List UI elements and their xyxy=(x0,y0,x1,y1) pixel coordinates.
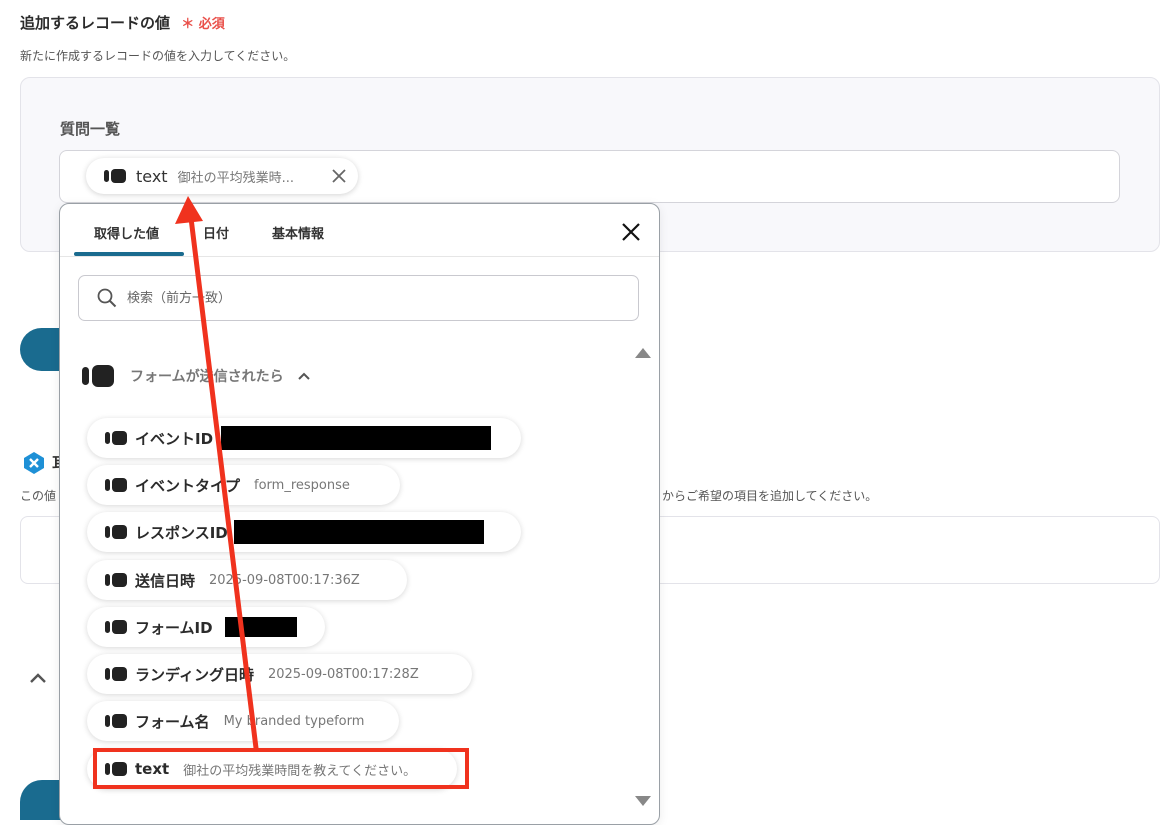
list-item[interactable]: フォームID xyxy=(87,607,325,647)
redacted-value xyxy=(224,617,297,637)
group-label: フォームが送信されたら xyxy=(130,369,284,385)
list-item[interactable]: フォーム名 My branded typeform xyxy=(87,701,399,741)
list-item[interactable]: イベントタイプ form_response xyxy=(87,465,400,505)
background-description-left: この値 xyxy=(20,489,57,503)
active-tab-indicator xyxy=(74,252,184,256)
item-key: ランディング日時 xyxy=(135,665,254,684)
search-input[interactable] xyxy=(125,289,609,307)
list-item[interactable]: ランディング日時 2025-09-08T00:17:28Z xyxy=(87,654,472,694)
section-title-text: 追加するレコードの値 xyxy=(20,14,171,32)
selected-value-chip[interactable]: text 御社の平均残業時... xyxy=(86,158,358,194)
highlight-box xyxy=(93,748,469,789)
required-badge: ＊ 必須 xyxy=(181,17,225,32)
section-description: 新たに作成するレコードの値を入力してください。 xyxy=(20,49,296,63)
typeform-logo-icon xyxy=(105,478,127,492)
typeform-logo-icon xyxy=(105,525,127,539)
search-icon xyxy=(97,288,117,308)
list-item[interactable]: レスポンスID xyxy=(87,512,521,552)
item-key: レスポンスID xyxy=(135,523,228,542)
redacted-value xyxy=(221,426,492,450)
scroll-up-arrow[interactable] xyxy=(635,348,651,358)
typeform-logo-icon xyxy=(104,169,126,183)
tab-basic-info[interactable]: 基本情報 xyxy=(272,223,324,242)
picker-tabs: 取得した値 日付 基本情報 xyxy=(60,204,659,257)
item-key: イベントタイプ xyxy=(135,476,241,495)
chip-value: 御社の平均残業時... xyxy=(177,170,294,186)
item-key: フォームID xyxy=(135,618,213,637)
item-key: イベントID xyxy=(135,429,214,448)
background-description-right: からご希望の項目を追加してください。 xyxy=(662,489,878,503)
typeform-logo-icon xyxy=(105,573,127,587)
item-value: My branded typeform xyxy=(223,713,365,729)
close-icon[interactable] xyxy=(620,221,642,243)
chip-key: text xyxy=(136,166,168,186)
item-value: form_response xyxy=(254,477,350,493)
item-key: 送信日時 xyxy=(135,571,196,590)
item-value: 2025-09-08T00:17:36Z xyxy=(209,572,360,588)
question-list-label: 質問一覧 xyxy=(60,120,121,138)
app-badge-icon xyxy=(24,452,44,474)
value-picker-dropdown: 取得した値 日付 基本情報 フォームが送信されたら イベントID イベ xyxy=(59,203,660,825)
tab-acquired-values[interactable]: 取得した値 xyxy=(94,223,159,242)
typeform-logo-icon xyxy=(105,431,127,445)
redacted-value xyxy=(233,520,484,544)
chevron-up-icon[interactable] xyxy=(296,368,312,384)
section-title: 追加するレコードの値 ＊ 必須 xyxy=(20,12,225,33)
item-value: 2025-09-08T00:17:28Z xyxy=(267,666,419,682)
typeform-logo-icon xyxy=(82,365,114,387)
item-key: フォーム名 xyxy=(135,712,210,731)
scroll-down-arrow[interactable] xyxy=(635,796,651,806)
tab-date[interactable]: 日付 xyxy=(203,223,229,242)
search-field[interactable] xyxy=(78,275,639,321)
chevron-up-icon[interactable] xyxy=(26,667,50,691)
typeform-logo-icon xyxy=(105,620,127,634)
group-header[interactable]: フォームが送信されたら xyxy=(82,365,312,387)
list-item[interactable]: 送信日時 2025-09-08T00:17:36Z xyxy=(87,560,407,600)
chip-remove-icon[interactable] xyxy=(330,167,348,185)
typeform-logo-icon xyxy=(105,714,127,728)
list-item[interactable]: イベントID xyxy=(87,418,521,458)
typeform-logo-icon xyxy=(105,667,127,681)
